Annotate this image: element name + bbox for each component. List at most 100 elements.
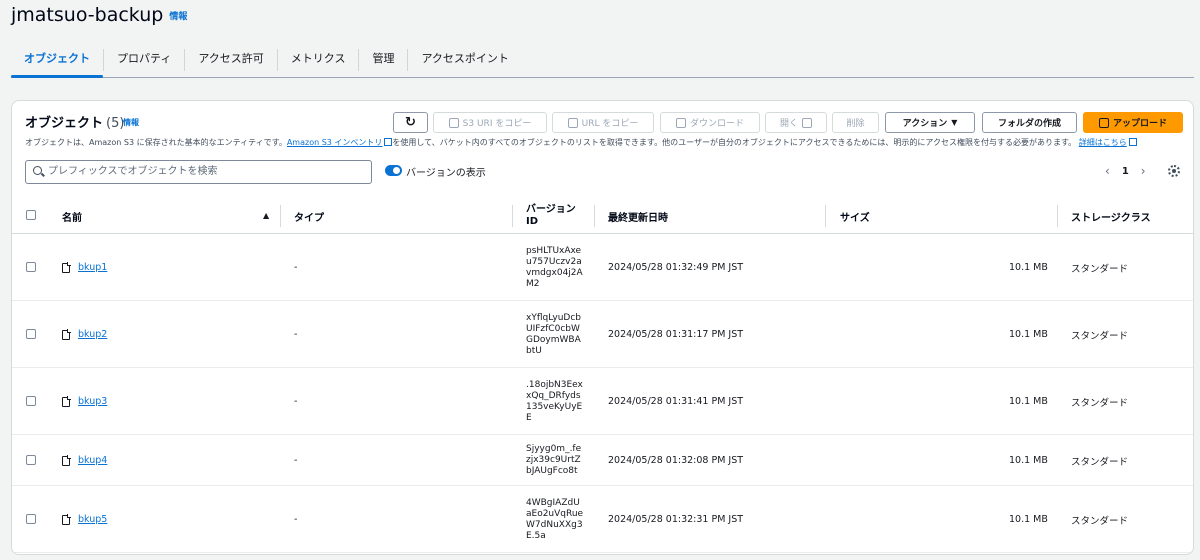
download-icon (675, 117, 686, 128)
column-header-type[interactable]: タイプ (294, 198, 324, 234)
panel-title: オブジェクト (5) (25, 112, 124, 131)
inventory-link[interactable]: Amazon S3 インベントリ (287, 138, 383, 147)
tab-permissions[interactable]: アクセス許可 (185, 44, 276, 76)
type-cell: - (294, 455, 298, 466)
show-versions-label: バージョンの表示 (406, 168, 486, 179)
copy-url-button[interactable]: URL をコピー (552, 112, 654, 133)
object-name-link[interactable]: bkup5 (78, 514, 107, 525)
bucket-name: jmatsuo-backup (11, 4, 164, 26)
object-count: (5) (106, 116, 125, 131)
create-folder-label: フォルダの作成 (997, 119, 1061, 129)
row-checkbox[interactable] (26, 396, 36, 406)
copy-s3-uri-button[interactable]: S3 URI をコピー (433, 112, 547, 133)
size-cell: 10.1 MB (1009, 329, 1048, 340)
column-divider (512, 205, 513, 227)
prev-page-icon[interactable]: ‹ (1105, 164, 1110, 178)
object-name-link[interactable]: bkup1 (78, 262, 107, 273)
object-name-link[interactable]: bkup3 (78, 396, 107, 407)
file-icon (62, 513, 71, 525)
external-link-icon (384, 138, 393, 146)
column-divider (1057, 205, 1058, 227)
type-cell: - (294, 329, 298, 340)
settings-gear-icon[interactable] (1168, 165, 1180, 177)
learn-more-link[interactable]: 詳細はこちら (1079, 138, 1127, 147)
external-link-icon (1128, 138, 1137, 146)
last-modified-cell: 2024/05/28 01:31:17 PM JST (608, 329, 744, 340)
external-link-icon (802, 117, 812, 128)
page-title: jmatsuo-backup 情報 (11, 4, 187, 26)
name-cell: bkup1 (62, 234, 107, 301)
select-all-checkbox[interactable] (26, 210, 36, 220)
info-link[interactable]: 情報 (169, 12, 187, 22)
search-icon (33, 166, 42, 175)
tab-access-points[interactable]: アクセスポイント (408, 44, 521, 76)
tab-management[interactable]: 管理 (359, 44, 407, 76)
storage-class-cell: スタンダード (1071, 397, 1129, 409)
version-id-cell: Sjyyg0m_.fezjx39c9UrtZbJAUgFco8t (526, 444, 582, 476)
version-id-cell: xYflqLyuDcbUIFzfC0cbWGDoymWBAbtU (526, 312, 582, 356)
table-row[interactable]: bkup1 - psHLTUxAxeu757Uczv2avmdgx04j2AM2… (12, 234, 1193, 301)
description-text: オブジェクトは、Amazon S3 に保存された基本的なエンティティです。 (25, 138, 287, 147)
page-number[interactable]: 1 (1122, 166, 1129, 177)
table-header: 名前 ▲ タイプ バージョン ID 最終更新日時 サイズ ストレージクラス (12, 198, 1193, 234)
object-name-link[interactable]: bkup4 (78, 455, 107, 466)
file-icon (62, 395, 71, 407)
file-icon (62, 261, 71, 273)
panel-info-link[interactable]: 情報 (123, 117, 139, 128)
last-modified-cell: 2024/05/28 01:31:41 PM JST (608, 396, 744, 407)
storage-class-cell: スタンダード (1071, 330, 1129, 342)
actions-dropdown[interactable]: アクション ▼ (885, 112, 975, 133)
pagination: ‹ 1 › (1105, 164, 1146, 178)
panel-description: オブジェクトは、Amazon S3 に保存された基本的なエンティティです。Ama… (25, 137, 1137, 148)
row-checkbox[interactable] (26, 329, 36, 339)
table-row[interactable]: bkup4 - Sjyyg0m_.fezjx39c9UrtZbJAUgFco8t… (12, 435, 1193, 486)
sort-ascending-icon[interactable]: ▲ (263, 211, 269, 220)
table-row[interactable]: bkup2 - xYflqLyuDcbUIFzfC0cbWGDoymWBAbtU… (12, 301, 1193, 368)
object-name-link[interactable]: bkup2 (78, 329, 107, 340)
show-versions-toggle[interactable] (385, 165, 402, 176)
name-cell: bkup4 (62, 435, 107, 486)
column-header-name[interactable]: 名前 (62, 198, 82, 234)
create-folder-button[interactable]: フォルダの作成 (982, 112, 1077, 133)
column-header-last-modified[interactable]: 最終更新日時 (608, 198, 668, 234)
version-id-cell: 4WBgIAZdUaEo2uVqRueW7dNuXXg3E.5a (526, 497, 584, 541)
storage-class-cell: スタンダード (1071, 263, 1129, 275)
download-label: ダウンロード (689, 119, 744, 129)
row-checkbox[interactable] (26, 262, 36, 272)
description-text-2: を使用して、バケット内のすべてのオブジェクトのリストを取得できます。他のユーザー… (392, 138, 1077, 147)
storage-class-cell: スタンダード (1071, 456, 1129, 468)
refresh-button[interactable]: ↻ (393, 112, 428, 133)
column-header-size[interactable]: サイズ (840, 198, 870, 234)
row-checkbox[interactable] (26, 455, 36, 465)
column-divider (280, 205, 281, 227)
upload-label: アップロード (1112, 119, 1167, 129)
open-button[interactable]: 開く (765, 112, 827, 133)
tab-metrics[interactable]: メトリクス (278, 44, 359, 76)
refresh-icon: ↻ (405, 115, 416, 130)
copy-icon (567, 117, 578, 128)
column-divider (594, 205, 595, 227)
column-header-version-id[interactable]: バージョン ID (526, 198, 582, 234)
tab-bar: オブジェクト プロパティ アクセス許可 メトリクス 管理 アクセスポイント (11, 44, 1194, 78)
column-header-storage-class[interactable]: ストレージクラス (1071, 198, 1151, 234)
upload-button[interactable]: アップロード (1083, 112, 1183, 133)
table-row[interactable]: bkup5 - 4WBgIAZdUaEo2uVqRueW7dNuXXg3E.5a… (12, 486, 1193, 553)
download-button[interactable]: ダウンロード (660, 112, 760, 133)
tab-objects[interactable]: オブジェクト (11, 44, 103, 78)
delete-button[interactable]: 削除 (832, 112, 879, 133)
last-modified-cell: 2024/05/28 01:32:08 PM JST (608, 455, 744, 466)
open-label: 開く (779, 119, 798, 129)
name-cell: bkup2 (62, 301, 107, 368)
type-cell: - (294, 514, 298, 525)
version-id-cell: psHLTUxAxeu757Uczv2avmdgx04j2AM2 (526, 245, 583, 289)
row-checkbox[interactable] (26, 514, 36, 524)
tab-properties[interactable]: プロパティ (104, 44, 184, 76)
table-row[interactable]: bkup3 - .18ojbN3EexxQq_DRfyds135veKyUyEE… (12, 368, 1193, 435)
last-modified-cell: 2024/05/28 01:32:31 PM JST (608, 514, 744, 525)
file-icon (62, 454, 71, 466)
next-page-icon[interactable]: › (1141, 164, 1146, 178)
caret-down-icon: ▼ (951, 118, 958, 127)
search-input[interactable]: プレフィックスでオブジェクトを検索 (25, 160, 372, 184)
last-modified-cell: 2024/05/28 01:32:49 PM JST (608, 262, 744, 273)
size-cell: 10.1 MB (1009, 262, 1048, 273)
